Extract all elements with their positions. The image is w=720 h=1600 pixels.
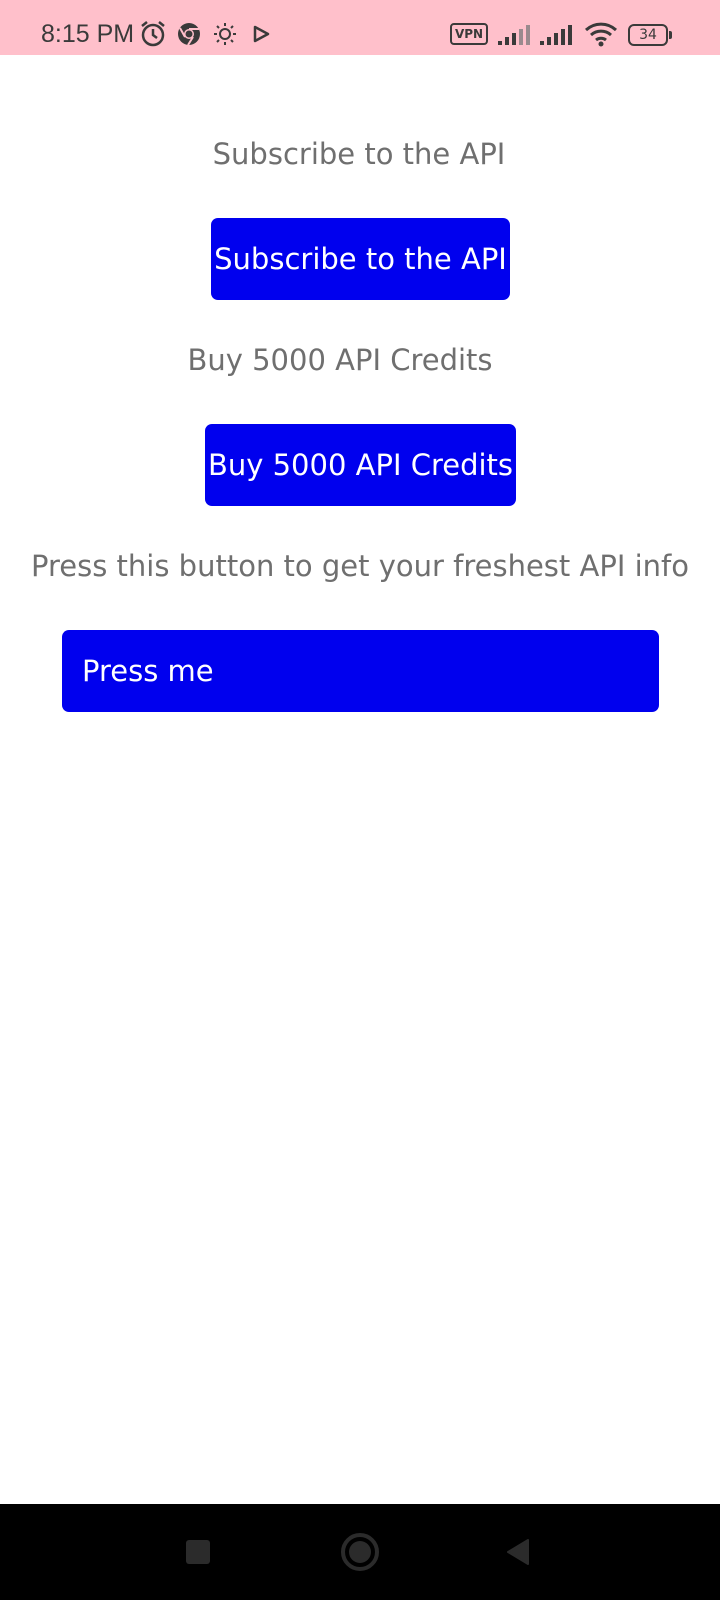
chrome-icon	[175, 20, 203, 48]
alarm-icon	[139, 20, 167, 48]
press-me-button[interactable]: Press me	[62, 630, 659, 712]
api-info-label: Press this button to get your freshest A…	[31, 549, 689, 583]
status-bar: 8:15 PM VPN 34	[0, 0, 720, 55]
battery-icon: 34	[628, 24, 672, 46]
signal-icon	[497, 20, 533, 48]
subscribe-button[interactable]: Subscribe to the API	[211, 218, 510, 300]
wifi-icon	[584, 20, 618, 48]
buy-credits-label: Buy 5000 API Credits	[187, 343, 493, 377]
battery-level: 34	[628, 24, 668, 46]
subscribe-label: Subscribe to the API	[212, 137, 506, 171]
recent-apps-icon[interactable]	[174, 1528, 222, 1576]
signal-icon	[539, 20, 575, 48]
home-icon[interactable]	[336, 1528, 384, 1576]
battery-tip	[669, 31, 672, 39]
play-icon	[247, 20, 275, 48]
back-icon[interactable]	[494, 1528, 542, 1576]
vpn-badge: VPN	[450, 23, 488, 45]
brightness-icon	[211, 20, 239, 48]
status-time: 8:15 PM	[41, 20, 135, 48]
navigation-bar	[0, 1504, 720, 1600]
buy-credits-button[interactable]: Buy 5000 API Credits	[205, 424, 516, 506]
